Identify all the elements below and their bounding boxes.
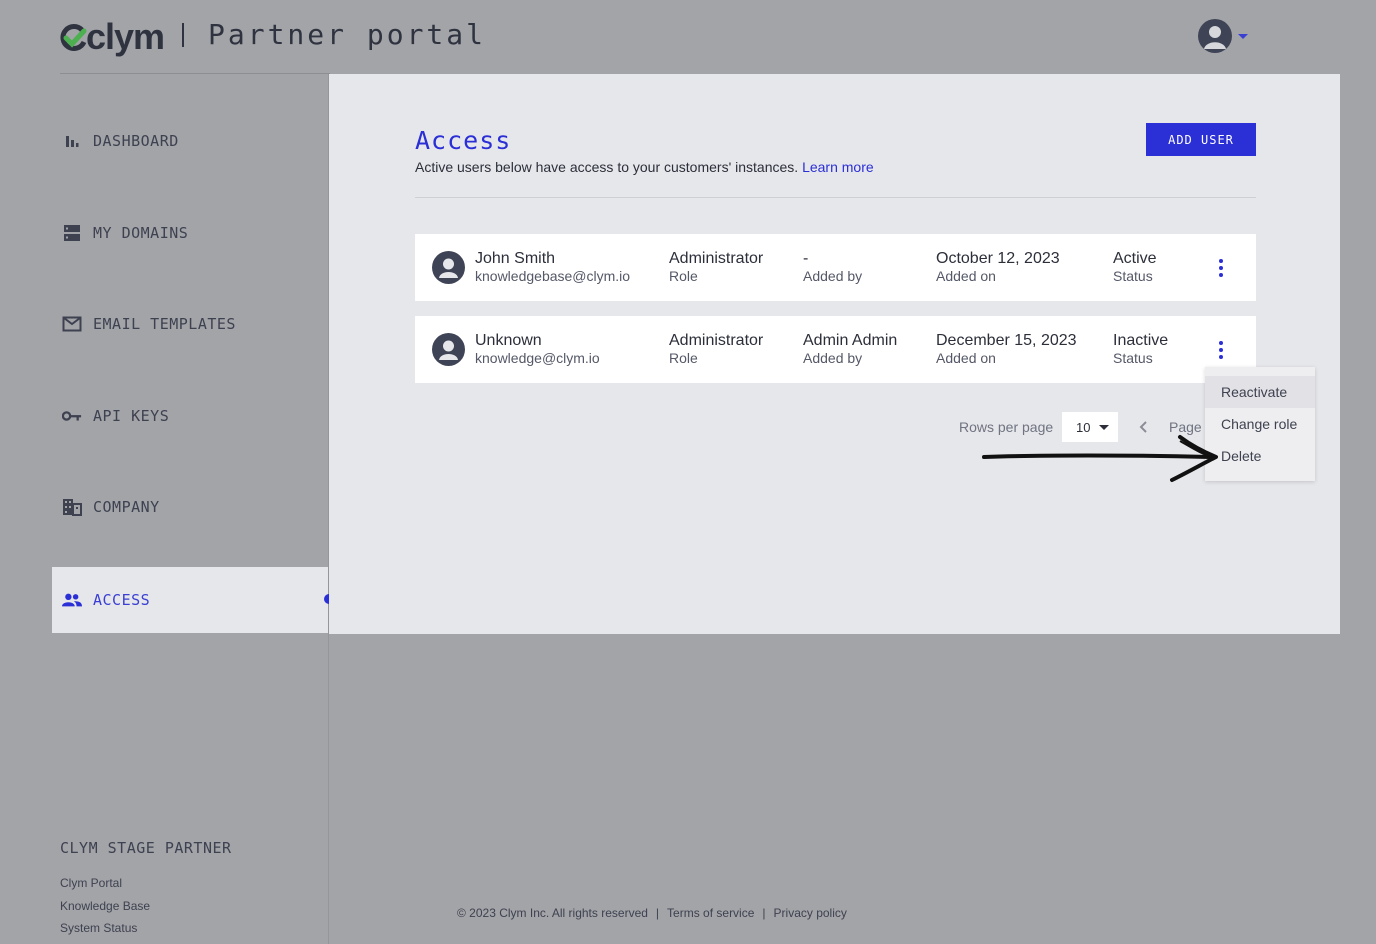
footer-separator: | xyxy=(655,906,660,920)
server-icon xyxy=(62,223,82,243)
table-row: Unknown knowledge@clym.io Administrator … xyxy=(415,316,1256,383)
menu-item-change-role[interactable]: Change role xyxy=(1205,408,1315,440)
role-label: Role xyxy=(669,350,698,366)
status-label: Status xyxy=(1113,268,1153,284)
status-cell: Active Status xyxy=(1113,250,1157,285)
sidebar-item-company[interactable]: COMPANY xyxy=(52,475,328,539)
user-avatar-icon xyxy=(432,251,465,284)
header-separator xyxy=(182,23,184,47)
knowledge-base-link[interactable]: Knowledge Base xyxy=(60,895,150,918)
role-value: Administrator xyxy=(669,332,764,349)
sidebar-item-dashboard[interactable]: DASHBOARD xyxy=(52,109,328,173)
page-title: Access xyxy=(415,126,512,155)
role-cell: Administrator Role xyxy=(669,332,763,367)
sidebar-item-access[interactable]: ACCESS xyxy=(52,567,328,633)
added-on-label: Added on xyxy=(936,350,996,366)
user-name: John Smith xyxy=(475,250,556,267)
portal-title: Partner portal xyxy=(208,18,487,51)
user-name: Unknown xyxy=(475,332,542,349)
page-subtitle: Active users below have access to your c… xyxy=(415,159,874,175)
added-on-cell: December 15, 2023 Added on xyxy=(936,332,1077,367)
role-cell: Administrator Role xyxy=(669,250,763,285)
user-avatar-icon xyxy=(432,333,465,366)
role-value: Administrator xyxy=(669,250,764,267)
sidebar-item-label: COMPANY xyxy=(93,498,160,516)
subtitle-text: Active users below have access to your c… xyxy=(415,159,799,175)
people-icon xyxy=(62,590,82,610)
role-label: Role xyxy=(669,268,698,284)
section-divider xyxy=(415,197,1256,198)
sidebar-item-my-domains[interactable]: MY DOMAINS xyxy=(52,201,328,265)
status-cell: Inactive Status xyxy=(1113,332,1168,367)
menu-item-delete[interactable]: Delete xyxy=(1205,440,1315,472)
page-footer: © 2023 Clym Inc. All rights reserved | T… xyxy=(457,906,847,920)
user-email: knowledgebase@clym.io xyxy=(475,268,631,284)
added-by-value: - xyxy=(803,250,809,267)
partner-name: CLYM STAGE PARTNER xyxy=(60,839,232,857)
more-options-icon[interactable] xyxy=(1211,338,1231,362)
privacy-link[interactable]: Privacy policy xyxy=(774,906,847,920)
sidebar-item-label: API KEYS xyxy=(93,407,170,425)
added-by-value: Admin Admin xyxy=(803,332,898,349)
menu-item-reactivate[interactable]: Reactivate xyxy=(1205,376,1315,408)
logo-check-icon xyxy=(60,24,87,51)
added-by-label: Added by xyxy=(803,268,863,284)
brand-name: clym xyxy=(86,16,165,57)
clym-portal-link[interactable]: Clym Portal xyxy=(60,872,150,895)
added-by-label: Added by xyxy=(803,350,863,366)
status-value: Inactive xyxy=(1113,332,1169,349)
terms-link[interactable]: Terms of service xyxy=(667,906,754,920)
bar-chart-icon xyxy=(62,131,82,151)
user-email: knowledge@clym.io xyxy=(475,350,600,366)
footer-separator: | xyxy=(762,906,766,920)
sidebar-item-email-templates[interactable]: EMAIL TEMPLATES xyxy=(52,292,328,356)
learn-more-link[interactable]: Learn more xyxy=(802,159,874,175)
user-cell: Unknown knowledge@clym.io xyxy=(475,332,600,367)
status-value: Active xyxy=(1113,250,1157,267)
sidebar-item-api-keys[interactable]: API KEYS xyxy=(52,384,328,448)
added-by-cell: - Added by xyxy=(803,250,862,285)
sidebar-footer-links: Clym Portal Knowledge Base System Status xyxy=(60,872,150,940)
chevron-down-icon xyxy=(1238,33,1248,39)
row-actions-menu: Reactivate Change role Delete xyxy=(1205,367,1315,481)
access-panel: Access Active users below have access to… xyxy=(329,74,1340,634)
added-on-label: Added on xyxy=(936,268,996,284)
system-status-link[interactable]: System Status xyxy=(60,917,150,940)
chevron-down-icon xyxy=(1099,425,1109,430)
copyright-text: © 2023 Clym Inc. All rights reserved xyxy=(457,906,648,920)
added-on-value: December 15, 2023 xyxy=(936,332,1077,349)
added-on-cell: October 12, 2023 Added on xyxy=(936,250,1060,285)
mail-icon xyxy=(62,314,82,334)
status-label: Status xyxy=(1113,350,1153,366)
header-divider xyxy=(60,73,330,74)
add-user-button[interactable]: ADD USER xyxy=(1146,123,1256,156)
added-on-value: October 12, 2023 xyxy=(936,250,1060,267)
user-avatar-icon xyxy=(1198,19,1232,53)
user-cell: John Smith knowledgebase@clym.io xyxy=(475,250,630,285)
added-by-cell: Admin Admin Added by xyxy=(803,332,897,367)
table-row: John Smith knowledgebase@clym.io Adminis… xyxy=(415,234,1256,301)
more-options-icon[interactable] xyxy=(1211,256,1231,280)
sidebar-item-label: MY DOMAINS xyxy=(93,224,189,242)
annotation-arrow-icon xyxy=(982,435,1218,482)
key-icon xyxy=(62,406,82,426)
clym-logo[interactable]: clym xyxy=(60,16,165,58)
sidebar-item-label: EMAIL TEMPLATES xyxy=(93,315,236,333)
sidebar-item-label: ACCESS xyxy=(93,591,151,609)
building-icon xyxy=(62,497,82,517)
account-menu-button[interactable] xyxy=(1198,19,1248,53)
sidebar-item-label: DASHBOARD xyxy=(93,132,179,150)
